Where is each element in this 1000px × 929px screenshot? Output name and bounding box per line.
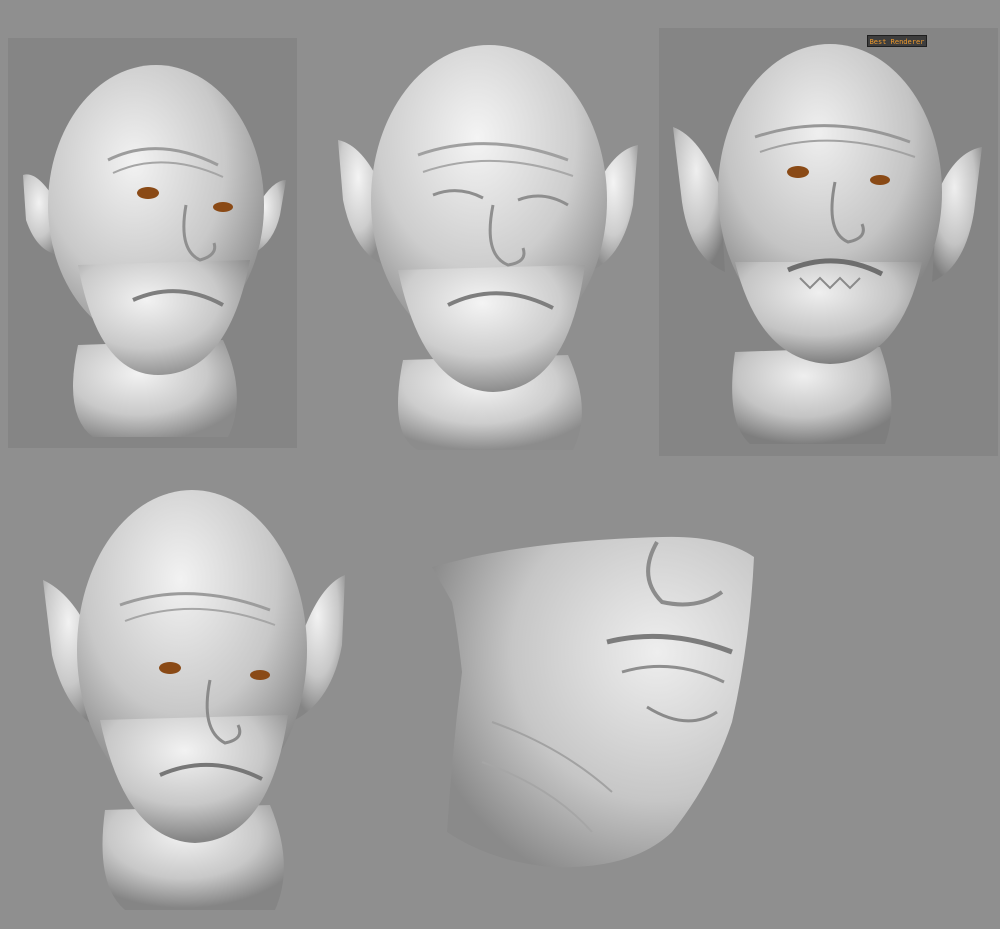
head-render-3: [670, 42, 988, 447]
best-renderer-badge: Best Renderer: [867, 35, 927, 47]
jaw-neck-render: [432, 532, 757, 872]
head-icon: [338, 45, 638, 450]
head-icon: [673, 44, 982, 444]
jaw-neck-icon: [432, 536, 754, 868]
head-render-1: [18, 55, 293, 440]
head-icon: [23, 65, 286, 437]
head-render-2: [333, 40, 645, 455]
head-render-4: [40, 485, 350, 913]
head-icon: [43, 490, 345, 910]
